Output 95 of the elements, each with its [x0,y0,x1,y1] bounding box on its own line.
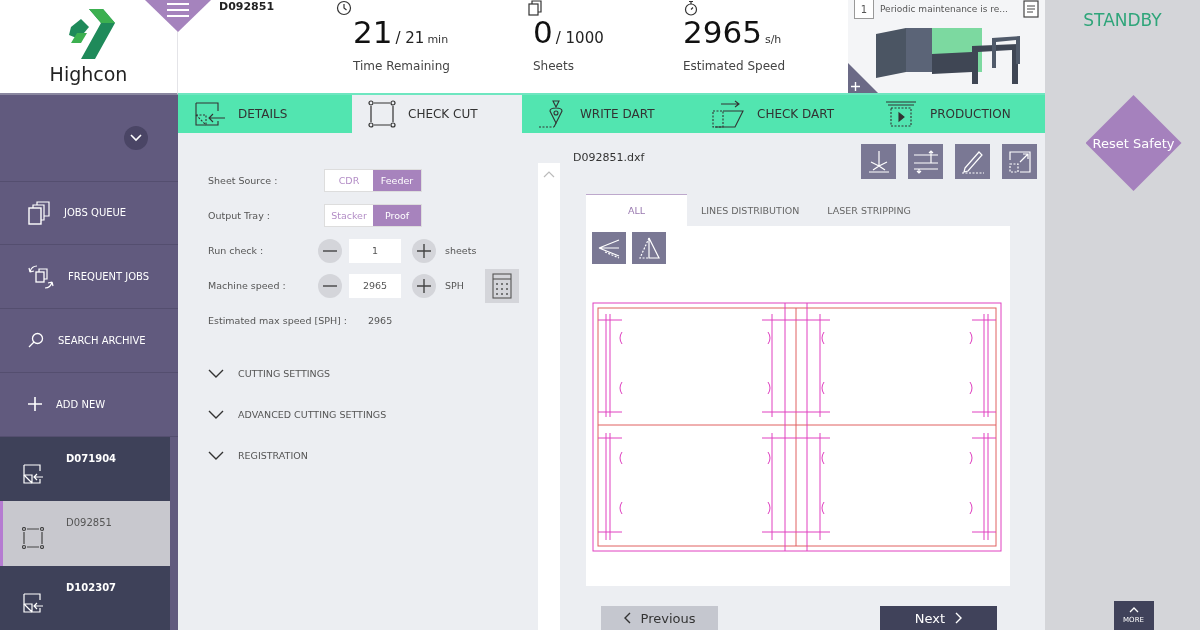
step-tab[interactable]: PRODUCTION [868,95,1045,133]
number-input[interactable]: 2965 [349,273,401,298]
step-tab[interactable]: CHECK DART [695,95,868,133]
stat-label: Time Remaining [353,59,451,73]
stat-unit: min [427,33,449,46]
nav-item[interactable]: JOBS QUEUE [0,181,178,246]
collapsed-section[interactable]: REGISTRATION [208,450,538,461]
field-label: Output Tray : [208,210,271,221]
plus-button[interactable] [412,273,436,298]
plus-icon [851,81,860,91]
triangle-icon [638,236,660,260]
chevron-left-icon [623,612,631,624]
laser-tool-button[interactable] [861,144,896,179]
parallelogram-arrow-icon [711,99,745,129]
previous-button[interactable]: Previous [601,606,718,630]
step-tab[interactable]: WRITE DART [522,95,695,133]
chevron-down-icon [208,451,224,460]
maintenance-message: Periodic maintenance is re... [880,4,1009,14]
field-label: Run check : [208,245,265,256]
file-name: D092851.dxf [573,151,645,164]
plus-icon [417,278,431,293]
expand-button[interactable] [124,125,148,150]
clock-icon [336,0,352,16]
minus-button[interactable] [318,273,342,298]
pencil-icon [960,149,985,174]
field-label: Machine speed : [208,280,287,291]
field-label: Estimated max speed [SPH] : [208,315,348,326]
collapsed-section[interactable]: ADVANCED CUTTING SETTINGS [208,409,538,420]
pages-icon [527,0,543,16]
add-button[interactable] [848,63,878,93]
number-input[interactable]: 1 [349,238,401,263]
frame-arrow-icon [194,101,226,127]
calculator-button[interactable] [485,268,519,303]
job-item[interactable]: D092851 [0,501,170,566]
refresh-pages-icon [28,263,54,290]
stopwatch-icon [683,0,699,16]
field-label: Sheet Source : [208,175,279,186]
lines-tool-button[interactable] [908,144,943,179]
plus-icon [28,397,42,412]
plus-button[interactable] [412,238,436,263]
resize-icon [1007,149,1032,174]
step-tab[interactable]: CHECK CUT [352,95,522,133]
stacked-pages-icon [28,200,50,225]
step-tab[interactable]: DETAILS [178,95,352,133]
speed-value: 2965 [368,315,393,326]
nav-item[interactable]: SEARCH ARCHIVE [0,309,178,373]
triangle-filter-button[interactable] [632,232,666,264]
stat-unit: s/h [764,33,782,46]
chevron-right-icon [955,612,963,624]
frame-arrow-icon [22,591,44,614]
logo-text: Highcon [49,62,128,85]
warning-badge: 1 [854,0,874,19]
converging-lines-icon [597,237,621,259]
unit-label: sheets [445,245,478,256]
job-item[interactable]: D071904 [0,436,170,502]
machine-status: STANDBY [1083,10,1162,32]
menu-icon [167,3,189,17]
view-tab[interactable]: LASER STRIPPING [813,194,925,226]
spacing-lines-icon [912,149,939,174]
frame-arrow-icon [22,462,44,485]
edit-tool-button[interactable] [955,144,990,179]
scale-tool-button[interactable] [1002,144,1037,179]
document-icon[interactable] [1023,0,1039,18]
view-tab[interactable]: ALL [586,194,687,226]
stat-total: / 21 [395,29,425,47]
chevron-up-icon [1128,607,1139,613]
view-tab[interactable]: LINES DISTRIBUTION [687,194,814,226]
next-button[interactable]: Next [880,606,997,630]
job-item[interactable]: D102307 [0,565,170,630]
crop-frame-icon [22,527,44,550]
stat-value: 0 [533,14,553,50]
plus-icon [417,243,431,258]
stat-label: Sheets [533,59,575,73]
job-id: D092851 [219,0,275,13]
unit-label: SPH [445,280,465,291]
minus-icon [323,249,337,252]
crop-frame-icon [368,100,396,128]
nav-item[interactable]: FREQUENT JOBS [0,245,178,310]
calculator-icon [492,272,512,299]
stat-label: Estimated Speed [683,59,787,73]
machine-card[interactable]: 1 Periodic maintenance is re... [848,0,1045,93]
chevron-down-icon [208,369,224,378]
stat-value: 2965 [683,14,762,50]
nav-item[interactable]: ADD NEW [0,372,178,437]
search-icon [28,332,44,349]
chevron-down-icon [130,133,142,142]
laser-burst-icon [866,149,891,174]
collapsed-section[interactable]: CUTTING SETTINGS [208,368,538,379]
lines-filter-button[interactable] [592,232,626,264]
chevron-down-icon [208,410,224,419]
stat-total: / 1000 [555,29,604,47]
minus-icon [323,284,337,287]
minus-button[interactable] [318,238,342,263]
stat-value: 21 [353,14,393,50]
play-box-icon [884,100,918,128]
